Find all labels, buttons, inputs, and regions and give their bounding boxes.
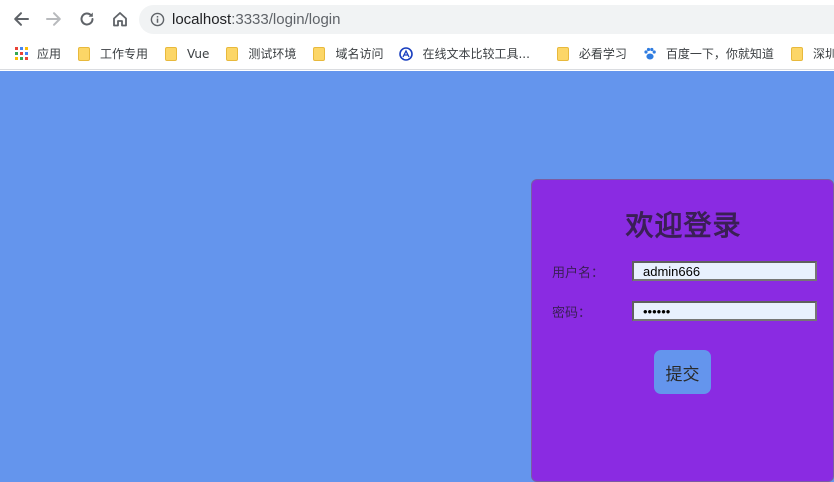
folder-icon <box>312 46 326 61</box>
bookmark-folder-domain[interactable]: 域名访问 <box>306 42 389 66</box>
bookmark-baidu[interactable]: 百度一下，你就知道 <box>637 42 780 66</box>
login-card: 欢迎登录 用户名： 密码： 提交 <box>531 179 834 482</box>
bookmark-label: Vue <box>187 46 210 61</box>
bookmark-apps[interactable]: 应用 <box>8 42 67 66</box>
bookmark-folder-test-env[interactable]: 测试环境 <box>219 42 302 66</box>
browser-toolbar: localhost:3333/login/login <box>0 0 834 38</box>
username-label: 用户名： <box>552 266 605 281</box>
back-button[interactable] <box>8 6 34 32</box>
folder-icon <box>77 46 91 61</box>
page-body: 欢迎登录 用户名： 密码： 提交 <box>0 71 834 482</box>
url-text: localhost:3333/login/login <box>172 11 340 28</box>
reload-button[interactable] <box>74 6 100 32</box>
address-bar[interactable]: localhost:3333/login/login <box>139 5 834 34</box>
username-input[interactable] <box>632 261 817 281</box>
url-host: localhost <box>172 11 232 28</box>
arrow-right-icon <box>46 12 61 26</box>
folder-icon <box>164 46 178 61</box>
bookmark-label: 必看学习 <box>578 47 627 61</box>
password-label: 密码： <box>552 306 592 321</box>
arrow-left-icon <box>14 12 29 26</box>
folder-icon <box>790 46 804 61</box>
forward-button[interactable] <box>41 6 67 32</box>
bookmark-folder-shenzhen[interactable]: 深圳 <box>784 42 834 66</box>
bookmark-folder-study[interactable]: 必看学习 <box>550 42 633 66</box>
bookmark-label: 测试环境 <box>248 47 297 61</box>
bookmark-label: 域名访问 <box>335 47 384 61</box>
diff-tool-icon <box>399 46 414 61</box>
baidu-paw-icon <box>643 47 657 61</box>
login-title: 欢迎登录 <box>625 209 742 242</box>
submit-button[interactable]: 提交 <box>654 350 711 394</box>
reload-icon <box>80 12 94 26</box>
home-button[interactable] <box>107 6 133 32</box>
bookmark-label: 工作专用 <box>100 47 149 61</box>
bookmarks-bar: 应用 工作专用 Vue 测试环境 域名访问 在线文本比较工具... 必看学习 百… <box>0 38 834 70</box>
bookmark-label: 深圳 <box>812 47 834 61</box>
password-input[interactable] <box>632 301 817 321</box>
folder-icon <box>225 46 239 61</box>
bookmark-folder-vue[interactable]: Vue <box>158 42 215 66</box>
bookmark-diff-tool[interactable]: 在线文本比较工具... <box>393 42 535 66</box>
bookmark-label: 百度一下，你就知道 <box>665 47 774 61</box>
info-icon[interactable] <box>149 12 165 28</box>
apps-icon <box>14 47 28 61</box>
home-icon <box>113 12 127 27</box>
bookmark-label: 应用 <box>37 47 62 61</box>
bookmark-label: 在线文本比较工具... <box>422 47 530 61</box>
folder-icon <box>556 46 570 61</box>
bookmark-folder-work[interactable]: 工作专用 <box>71 42 154 66</box>
url-path: :3333/login/login <box>231 11 341 28</box>
